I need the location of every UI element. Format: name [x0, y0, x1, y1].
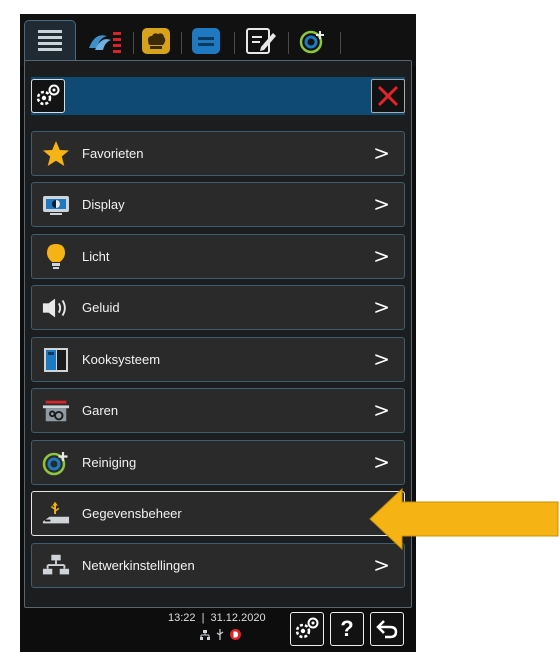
tab-separator — [340, 32, 341, 54]
date-text: 31.12.2020 — [210, 612, 266, 624]
menu-item-label: Geluid — [82, 300, 120, 315]
speaker-icon — [42, 294, 70, 322]
tab-separator — [133, 32, 134, 54]
menu-item-label: Display — [82, 197, 125, 212]
tab-note[interactable] — [188, 24, 224, 58]
gears-icon — [36, 84, 60, 106]
menu-item-kooksysteem[interactable]: Kooksysteem > — [31, 337, 405, 382]
cleaning-icon — [42, 449, 70, 477]
tab-cleaning[interactable] — [296, 24, 330, 58]
tab-menu[interactable] — [24, 20, 76, 61]
settings-header — [31, 77, 405, 115]
network-status-icon — [200, 629, 210, 640]
chevron-right-icon: > — [373, 295, 390, 319]
close-icon — [377, 85, 399, 107]
back-arrow-icon — [376, 620, 398, 639]
gears-icon — [295, 617, 319, 639]
edit-icon — [246, 28, 276, 54]
menu-item-label: Reiniging — [82, 455, 137, 470]
menu-item-label: Favorieten — [82, 146, 144, 161]
tab-separator — [181, 32, 182, 54]
display-icon — [42, 191, 70, 219]
menu-item-geluid[interactable]: Geluid > — [31, 285, 405, 330]
help-button[interactable]: ? — [330, 612, 364, 646]
bulb-icon — [42, 243, 70, 271]
tab-edit[interactable] — [242, 24, 280, 58]
chevron-right-icon: > — [373, 347, 390, 371]
menu-item-label: Licht — [82, 249, 110, 264]
menu-item-display[interactable]: Display > — [31, 182, 405, 227]
usb-status-icon — [216, 629, 224, 640]
demo-status-icon — [230, 629, 241, 640]
tab-cooking[interactable] — [82, 24, 128, 58]
note-icon — [192, 28, 220, 54]
menu-item-licht[interactable]: Licht > — [31, 234, 405, 279]
chef-hat-icon — [142, 28, 170, 54]
settings-panel: Favorieten > Display > Licht > Geluid > … — [24, 60, 412, 608]
menu-item-label: Netwerkinstellingen — [82, 558, 195, 573]
menu-item-gegevensbeheer[interactable]: Gegevensbeheer — [31, 491, 405, 536]
menu-item-reiniging[interactable]: Reiniging > — [31, 440, 405, 485]
chevron-right-icon: > — [373, 141, 390, 165]
time-text: 13:22 — [168, 612, 196, 624]
settings-gear-button[interactable] — [31, 79, 65, 113]
chevron-right-icon: > — [373, 192, 390, 216]
status-bar: 13:22 | 31.12.2020 ? — [20, 610, 416, 652]
star-icon — [42, 140, 70, 168]
cleaning-icon — [299, 30, 324, 54]
help-label: ? — [340, 616, 354, 641]
menu-list-icon — [38, 30, 62, 51]
menu-item-label: Gegevensbeheer — [82, 506, 182, 521]
network-icon — [42, 552, 70, 580]
cooking-icon — [89, 32, 121, 53]
device-screen: Favorieten > Display > Licht > Geluid > … — [20, 14, 416, 652]
usb-data-icon — [42, 500, 70, 528]
tab-bar — [20, 14, 416, 66]
chevron-right-icon: > — [373, 244, 390, 268]
clock-display: 13:22 | 31.12.2020 — [168, 612, 266, 640]
pot-icon — [42, 397, 70, 425]
back-button[interactable] — [370, 612, 404, 646]
tab-separator — [234, 32, 235, 54]
menu-item-label: Kooksysteem — [82, 352, 161, 367]
tab-chef[interactable] — [138, 24, 174, 58]
highlight-arrow-icon — [369, 487, 559, 551]
chevron-right-icon: > — [373, 398, 390, 422]
menu-item-label: Garen — [82, 403, 119, 418]
close-button[interactable] — [371, 79, 405, 113]
tab-separator — [288, 32, 289, 54]
menu-item-favorieten[interactable]: Favorieten > — [31, 131, 405, 176]
footer-settings-button[interactable] — [290, 612, 324, 646]
chevron-right-icon: > — [373, 450, 390, 474]
cooking-system-icon — [42, 346, 70, 374]
menu-item-netwerkinstellingen[interactable]: Netwerkinstellingen > — [31, 543, 405, 588]
menu-item-garen[interactable]: Garen > — [31, 388, 405, 433]
